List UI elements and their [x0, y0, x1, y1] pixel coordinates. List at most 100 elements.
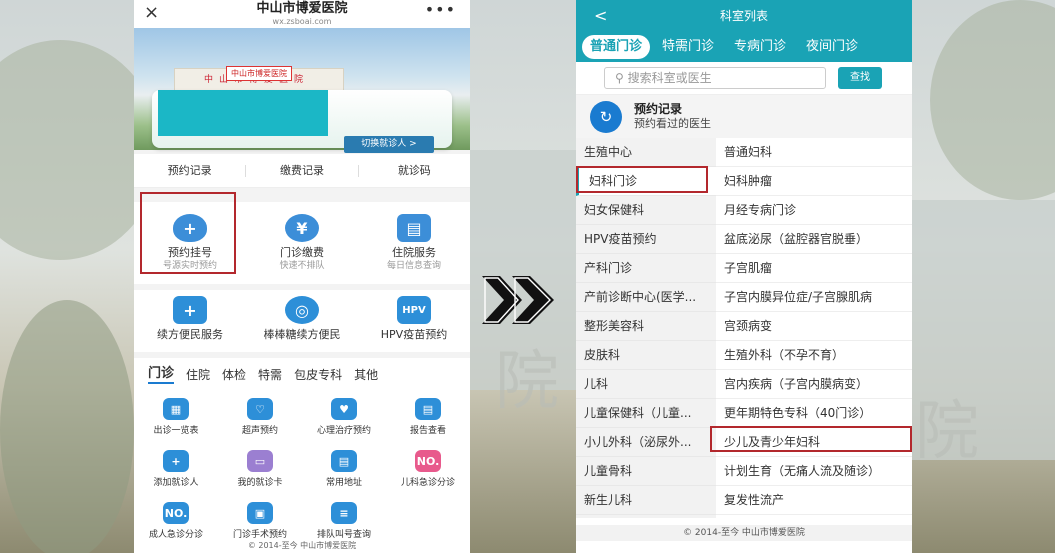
- tab-general-clinic[interactable]: 普通门诊: [582, 35, 651, 59]
- category-list: 生殖中心 妇科门诊 妇女保健科 HPV疫苗预约 产科门诊 产前诊断中心(医学... 整形美容…: [576, 138, 716, 518]
- tab-disease-clinic[interactable]: 专病门诊: [726, 35, 794, 59]
- category-item[interactable]: HPV疫苗预约: [576, 225, 716, 254]
- department-item[interactable]: 多囊卵巢综合征: [716, 515, 912, 518]
- department-item[interactable]: 更年期特色专科（40门诊）: [716, 399, 912, 428]
- department-item[interactable]: 复发性流产: [716, 486, 912, 515]
- category-item[interactable]: 儿童保健科（儿童...: [576, 399, 716, 428]
- tool-item[interactable]: NO. 儿科急诊分诊: [386, 444, 470, 496]
- tool-label: 我的就诊卡: [237, 478, 283, 488]
- tool-item[interactable]: ♡ 超声预约: [218, 392, 302, 444]
- left-footer: © 2014-至今 中山市博爱医院: [134, 539, 470, 553]
- department-item[interactable]: 子宫肌瘤: [716, 254, 912, 283]
- category-item[interactable]: 整形美容科: [576, 312, 716, 341]
- tool-item[interactable]: ▭ 我的就诊卡: [218, 444, 302, 496]
- clinic-type-tabs: 普通门诊 特需门诊 专病门诊 夜间门诊: [576, 32, 912, 62]
- tab-inpatient[interactable]: 住院: [186, 367, 210, 383]
- tool-label: 超声预约: [241, 426, 278, 436]
- department-item[interactable]: 盆底泌尿（盆腔器官脱垂）: [716, 225, 912, 254]
- search-input[interactable]: ⚲ 搜索科室或医生: [604, 67, 826, 89]
- service-prescription-renewal[interactable]: + 续方便民服务: [134, 290, 246, 352]
- service-payment[interactable]: ¥ 门诊缴费 快速不排队: [246, 202, 358, 284]
- category-item[interactable]: 儿科: [576, 370, 716, 399]
- service-hpv-vaccine[interactable]: HPV HPV疫苗预约: [358, 290, 470, 352]
- category-item[interactable]: 生殖中心: [576, 138, 716, 167]
- tab-special-clinic[interactable]: 特需门诊: [654, 35, 722, 59]
- tool-item[interactable]: + 添加就诊人: [134, 444, 218, 496]
- tool-item[interactable]: ▦ 出诊一览表: [134, 392, 218, 444]
- right-phone-screen: < 科室列表 普通门诊 特需门诊 专病门诊 夜间门诊 ⚲ 搜索科室或医生 查找 …: [576, 0, 912, 553]
- patient-info-redacted: [158, 90, 328, 136]
- category-item[interactable]: 产科门诊: [576, 254, 716, 283]
- department-item[interactable]: 普通妇科: [716, 138, 912, 167]
- tool-icon: NO.: [163, 502, 189, 524]
- service-title: 棒棒糖续方便民: [263, 328, 341, 341]
- service-sub: 每日信息查询: [386, 261, 441, 271]
- category-item[interactable]: 妇女保健科: [576, 196, 716, 225]
- tool-label: 心理治疗预约: [316, 426, 371, 436]
- department-item[interactable]: 宫内疾病（子宫内膜病变）: [716, 370, 912, 399]
- service-lollipop-renewal[interactable]: ◎ 棒棒糖续方便民: [246, 290, 358, 352]
- highlight-box-gynecology: [576, 166, 708, 193]
- tool-icon: ▭: [247, 450, 273, 472]
- tool-icon: ▤: [331, 450, 357, 472]
- payment-hand-icon: ¥: [285, 214, 319, 242]
- search-button[interactable]: 查找: [838, 67, 882, 89]
- quick-links: 预约记录 缴费记录 就诊码: [134, 154, 470, 188]
- highlight-box-register: [140, 192, 236, 274]
- tab-outpatient[interactable]: 门诊: [148, 366, 175, 384]
- switch-patient-button[interactable]: 切换就诊人 >: [344, 136, 434, 153]
- tool-item[interactable]: ▤ 常用地址: [302, 444, 386, 496]
- category-item[interactable]: 小儿外科（泌尿外...: [576, 428, 716, 457]
- extra-services: + 续方便民服务 ◎ 棒棒糖续方便民 HPV HPV疫苗预约: [134, 290, 470, 352]
- category-item[interactable]: 新生儿科: [576, 486, 716, 515]
- tab-special[interactable]: 特需: [258, 367, 282, 383]
- category-item[interactable]: 产前诊断中心(医学...: [576, 283, 716, 312]
- service-inpatient[interactable]: ▤ 住院服务 每日信息查询: [358, 202, 470, 284]
- tool-icon: ▦: [163, 398, 189, 420]
- department-item[interactable]: 宫颈病变: [716, 312, 912, 341]
- back-icon[interactable]: <: [594, 0, 607, 32]
- left-category-tabs: 门诊 住院 体检 特需 包皮专科 其他: [134, 358, 470, 392]
- department-lists: 生殖中心 妇科门诊 妇女保健科 HPV疫苗预约 产科门诊 产前诊断中心(医学... 整形美容…: [576, 138, 912, 518]
- tool-label: 出诊一览表: [153, 426, 199, 436]
- lollipop-icon: ◎: [285, 296, 319, 324]
- service-title: 续方便民服务: [157, 328, 223, 341]
- tool-icon: ▤: [415, 398, 441, 420]
- tool-icon: ♥: [331, 398, 357, 420]
- appointment-record[interactable]: ↻ 预约记录 预约看过的医生: [576, 94, 912, 138]
- tool-icon: NO.: [415, 450, 441, 472]
- more-icon[interactable]: •••: [425, 0, 456, 19]
- tab-night-clinic[interactable]: 夜间门诊: [798, 35, 866, 59]
- hospital-banner: 中山市博爱医院 中山市博爱医院 切换就诊人 >: [134, 28, 470, 153]
- close-icon[interactable]: ×: [144, 2, 159, 23]
- tab-foreskin[interactable]: 包皮专科: [294, 367, 342, 383]
- department-item[interactable]: 计划生育（无痛人流及随诊）: [716, 457, 912, 486]
- quick-link-payments[interactable]: 缴费记录: [246, 164, 359, 177]
- left-phone-screen: × 中山市博爱医院 wx.zsboai.com ••• 中山市博爱医院 中山市博…: [134, 0, 470, 553]
- tool-label: 常用地址: [325, 478, 362, 488]
- tab-other[interactable]: 其他: [354, 367, 378, 383]
- record-sub: 预约看过的医生: [634, 117, 711, 130]
- tool-item[interactable]: ▤ 报告查看: [386, 392, 470, 444]
- right-header: < 科室列表: [576, 0, 912, 32]
- tool-item[interactable]: ♥ 心理治疗预约: [302, 392, 386, 444]
- category-item[interactable]: 高危儿随访: [576, 515, 716, 518]
- tab-checkup[interactable]: 体检: [222, 367, 246, 383]
- hospital-bed-icon: ▤: [397, 214, 431, 242]
- quick-link-appointments[interactable]: 预约记录: [134, 164, 247, 177]
- search-bar: ⚲ 搜索科室或医生 查找: [576, 62, 912, 94]
- history-clock-icon: ↻: [590, 100, 622, 133]
- service-title: HPV疫苗预约: [380, 328, 448, 341]
- tool-grid: ▦ 出诊一览表 ♡ 超声预约 ♥ 心理治疗预约 ▤ 报告查看 + 添加就诊人 ▭ 我的就诊卡 ▤ 常用地址…: [134, 392, 470, 548]
- department-item[interactable]: 妇科肿瘤: [716, 167, 912, 196]
- category-item[interactable]: 皮肤科: [576, 341, 716, 370]
- department-item[interactable]: 月经专病门诊: [716, 196, 912, 225]
- tool-label: 儿科急诊分诊: [400, 478, 455, 488]
- hospital-title: 中山市博爱医院: [256, 1, 348, 16]
- department-item[interactable]: 生殖外科（不孕不育）: [716, 341, 912, 370]
- service-title: 门诊缴费: [280, 246, 324, 259]
- search-icon: ⚲: [615, 71, 628, 85]
- department-item[interactable]: 子宫内膜异位症/子宫腺肌病: [716, 283, 912, 312]
- quick-link-visit-code[interactable]: 就诊码: [359, 164, 470, 177]
- category-item[interactable]: 儿童骨科: [576, 457, 716, 486]
